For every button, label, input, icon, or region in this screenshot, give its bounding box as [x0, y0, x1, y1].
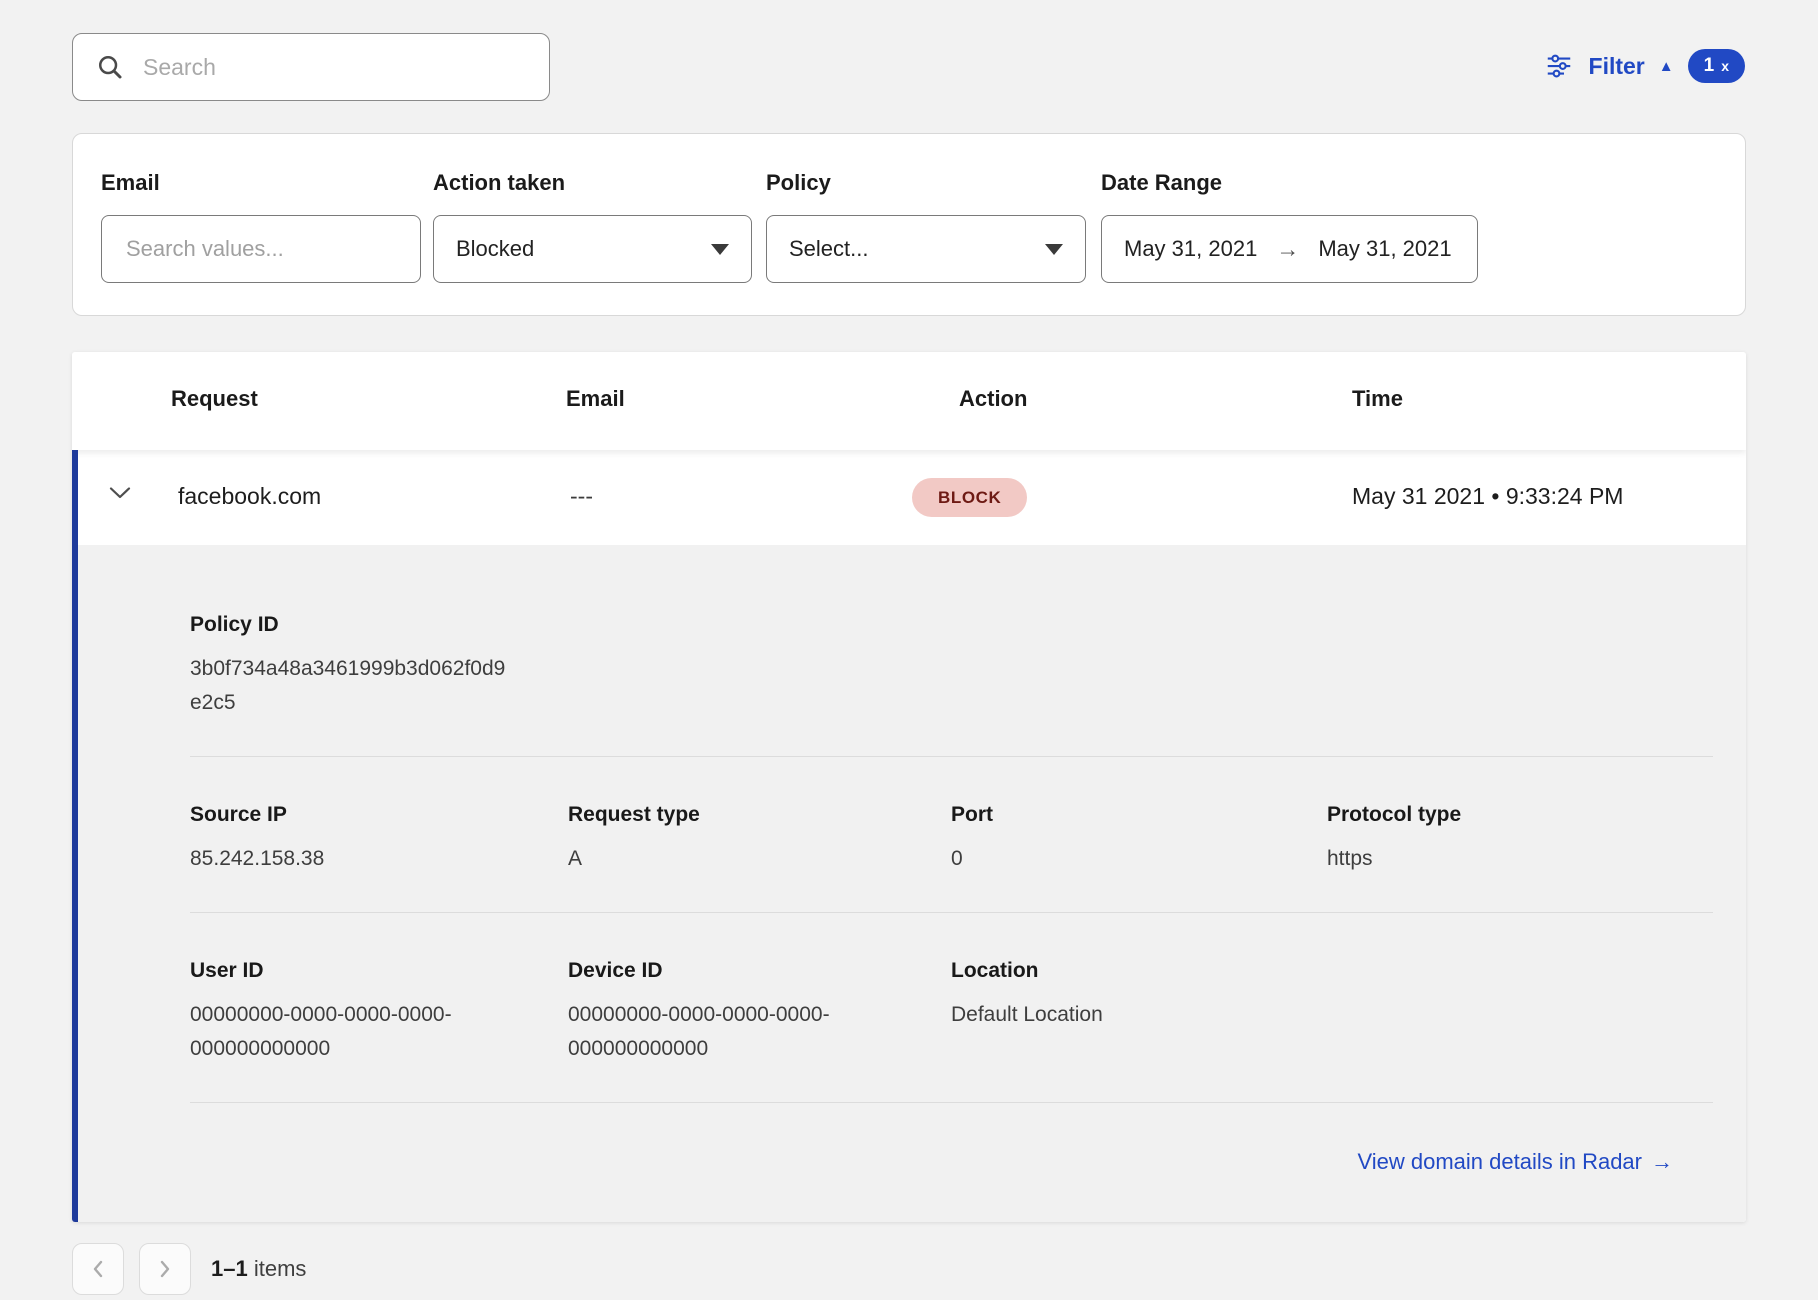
search-input[interactable]	[141, 53, 527, 82]
request-type-value: A	[568, 842, 951, 876]
filter-label: Filter	[1589, 53, 1645, 80]
date-range-picker[interactable]: May 31, 2021 → May 31, 2021	[1101, 215, 1478, 283]
policy-id-value: 3b0f734a48a3461999b3d062f0d9e2c5	[190, 652, 506, 720]
chevron-right-icon	[157, 1259, 173, 1279]
policy-value: Select...	[789, 236, 868, 262]
column-header-email: Email	[566, 386, 625, 412]
column-header-request: Request	[171, 386, 258, 412]
filter-field-email: Email	[101, 170, 421, 283]
divider	[190, 756, 1713, 757]
filter-sliders-icon	[1543, 51, 1575, 81]
detail-device-id: Device ID 00000000-0000-0000-0000-000000…	[568, 959, 951, 1066]
date-range-end: May 31, 2021	[1318, 236, 1451, 262]
user-id-value: 00000000-0000-0000-0000-000000000000	[190, 998, 500, 1066]
filter-field-action-taken: Action taken Blocked	[433, 170, 752, 283]
caret-down-icon	[711, 244, 729, 255]
location-value: Default Location	[951, 998, 1327, 1032]
detail-port: Port 0	[951, 803, 1327, 876]
arrow-right-icon: →	[1276, 236, 1299, 263]
filter-field-policy: Policy Select...	[766, 170, 1086, 283]
table-row[interactable]: facebook.com --- BLOCK May 31 2021 • 9:3…	[72, 450, 1746, 545]
arrow-right-icon: →	[1651, 1149, 1673, 1174]
collapse-row-button[interactable]	[108, 486, 132, 500]
filter-count: 1	[1704, 55, 1715, 77]
chevron-up-icon[interactable]: ▲	[1659, 59, 1674, 74]
block-status-badge: BLOCK	[912, 478, 1027, 517]
policy-label: Policy	[766, 170, 1086, 196]
divider	[190, 1102, 1713, 1103]
location-label: Location	[951, 959, 1327, 983]
clear-filter-x[interactable]: x	[1721, 58, 1729, 74]
logs-table: Request Email Action Time facebook.com -…	[72, 352, 1746, 1222]
detail-request-type: Request type A	[568, 803, 951, 876]
device-id-value: 00000000-0000-0000-0000-000000000000	[568, 998, 878, 1066]
row-request-domain: facebook.com	[178, 483, 321, 510]
action-taken-label: Action taken	[433, 170, 752, 196]
previous-page-button[interactable]	[72, 1243, 124, 1295]
items-range: 1–1	[211, 1256, 248, 1281]
radar-link-label: View domain details in Radar	[1357, 1149, 1642, 1174]
filter-count-badge[interactable]: 1 x	[1688, 49, 1745, 83]
next-page-button[interactable]	[139, 1243, 191, 1295]
policy-id-label: Policy ID	[190, 613, 1713, 637]
detail-user-id: User ID 00000000-0000-0000-0000-00000000…	[190, 959, 568, 1066]
filter-field-date-range: Date Range May 31, 2021 → May 31, 2021	[1101, 170, 1478, 283]
items-count: 1–1 items	[211, 1256, 306, 1282]
port-label: Port	[951, 803, 1327, 827]
date-range-start: May 31, 2021	[1124, 236, 1257, 262]
user-id-label: User ID	[190, 959, 568, 983]
port-value: 0	[951, 842, 1327, 876]
pagination: 1–1 items	[72, 1243, 306, 1295]
action-taken-value: Blocked	[456, 236, 534, 262]
row-email: ---	[570, 483, 593, 510]
email-search-input[interactable]	[124, 235, 398, 263]
caret-down-icon	[1045, 244, 1063, 255]
detail-policy-id: Policy ID 3b0f734a48a3461999b3d062f0d9e2…	[190, 613, 1713, 720]
radar-link[interactable]: View domain details in Radar →	[1357, 1149, 1673, 1174]
source-ip-label: Source IP	[190, 803, 568, 827]
chevron-down-icon	[108, 486, 132, 500]
protocol-type-label: Protocol type	[1327, 803, 1713, 827]
device-id-label: Device ID	[568, 959, 951, 983]
detail-network-row: Source IP 85.242.158.38 Request type A P…	[190, 803, 1713, 876]
items-label: items	[254, 1256, 307, 1281]
row-time: May 31 2021 • 9:33:24 PM	[1352, 483, 1623, 510]
detail-location: Location Default Location	[951, 959, 1327, 1066]
divider	[190, 912, 1713, 913]
request-type-label: Request type	[568, 803, 951, 827]
detail-identity-row: User ID 00000000-0000-0000-0000-00000000…	[190, 959, 1713, 1066]
row-details: Policy ID 3b0f734a48a3461999b3d062f0d9e2…	[72, 545, 1746, 1222]
expanded-row-accent-bar	[72, 450, 78, 1222]
chevron-left-icon	[90, 1259, 106, 1279]
protocol-type-value: https	[1327, 842, 1713, 876]
email-field-label: Email	[101, 170, 421, 196]
policy-select[interactable]: Select...	[766, 215, 1086, 283]
source-ip-value: 85.242.158.38	[190, 842, 568, 876]
column-header-action: Action	[959, 386, 1027, 412]
table-header: Request Email Action Time	[72, 352, 1746, 450]
detail-protocol-type: Protocol type https	[1327, 803, 1713, 876]
detail-source-ip: Source IP 85.242.158.38	[190, 803, 568, 876]
date-range-label: Date Range	[1101, 170, 1478, 196]
action-taken-select[interactable]: Blocked	[433, 215, 752, 283]
filter-panel: Email Action taken Blocked Policy Select…	[72, 133, 1746, 316]
search-icon	[95, 52, 125, 82]
search-box	[72, 33, 550, 101]
column-header-time: Time	[1352, 386, 1403, 412]
filter-toggle[interactable]: Filter ▲ 1 x	[1543, 49, 1745, 83]
